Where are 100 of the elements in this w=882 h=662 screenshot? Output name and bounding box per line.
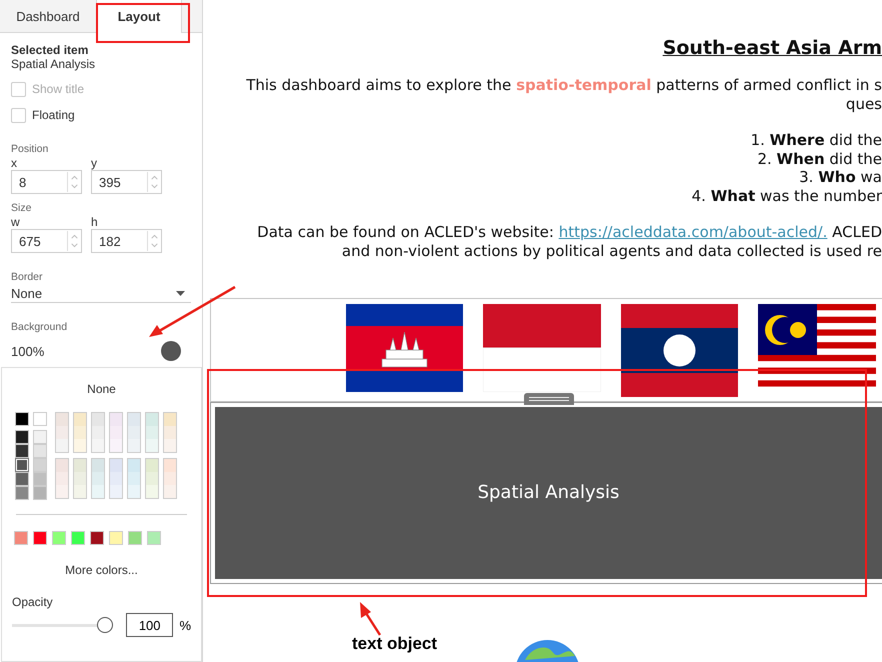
annotation-label: text object: [352, 634, 438, 654]
section-label: Background: [11, 321, 68, 333]
selected-item-name: Spatial Analysis: [11, 57, 96, 71]
color-swatch[interactable]: [145, 485, 159, 498]
drag-handle[interactable]: [524, 392, 574, 405]
color-swatch[interactable]: [163, 458, 177, 472]
color-swatch[interactable]: [55, 472, 69, 485]
color-swatch[interactable]: [90, 531, 104, 545]
website-link[interactable]: https://acleddata.com/about-acled/.: [558, 223, 828, 241]
section-label: Position: [11, 143, 50, 155]
opacity-value: 100%: [11, 344, 44, 358]
color-swatch[interactable]: [33, 458, 47, 472]
color-swatch[interactable]: [109, 531, 123, 545]
section-heading: Selected item: [11, 43, 90, 57]
opacity-field[interactable]: 100: [126, 613, 174, 637]
color-swatch[interactable]: [15, 472, 29, 486]
color-swatch[interactable]: [145, 472, 159, 485]
caret-icon: [176, 291, 185, 296]
border-dropdown[interactable]: None: [11, 285, 191, 303]
color-swatch[interactable]: [145, 439, 159, 452]
color-swatch[interactable]: [55, 412, 69, 426]
intro-text: This dashboard aims to explore the spatio-temporal patterns of armed conflict in s: [246, 76, 882, 94]
opacity-label: Opacity: [12, 595, 54, 609]
color-swatch[interactable]: [71, 531, 85, 545]
checkbox[interactable]: [11, 108, 26, 122]
data-source-text: Data can be found on ACLED's website: https://acleddata.com/about-acled/. ACLED: [257, 223, 882, 242]
color-swatch[interactable]: [73, 485, 87, 498]
color-swatch[interactable]: [127, 472, 141, 485]
color-swatch[interactable]: [73, 439, 87, 452]
color-swatch[interactable]: [73, 426, 87, 439]
color-swatch[interactable]: [15, 486, 29, 500]
color-swatch[interactable]: [109, 412, 123, 426]
dashboard-title: South-east Asia Arm: [662, 37, 882, 59]
color-swatch[interactable]: [91, 426, 105, 439]
color-swatch[interactable]: [163, 412, 177, 426]
color-swatch[interactable]: [91, 458, 105, 472]
color-swatch[interactable]: [109, 426, 123, 439]
color-swatch[interactable]: [109, 439, 123, 452]
number-field[interactable]: 675: [11, 229, 82, 253]
question-text: 4. What was the number: [692, 186, 882, 205]
color-swatch[interactable]: [91, 439, 105, 452]
color-swatch[interactable]: [161, 341, 181, 361]
color-swatch[interactable]: [14, 531, 28, 545]
color-swatch[interactable]: [33, 444, 47, 458]
color-swatch[interactable]: [128, 531, 142, 545]
color-swatch[interactable]: [91, 485, 105, 498]
color-swatch[interactable]: [127, 485, 141, 498]
color-swatch[interactable]: [127, 439, 141, 452]
checkbox-label: Show title: [32, 82, 84, 96]
color-swatch[interactable]: [33, 472, 47, 486]
color-swatch[interactable]: [163, 439, 177, 452]
color-swatch[interactable]: [163, 485, 177, 498]
checkbox-label: Floating: [32, 108, 75, 122]
color-swatch[interactable]: [109, 485, 123, 498]
color-swatch[interactable]: [15, 412, 29, 426]
color-swatch[interactable]: [127, 458, 141, 472]
number-field[interactable]: 8: [11, 170, 82, 194]
description-text: and non-violent actions by political agents and data collected is used re: [342, 242, 882, 260]
section-label: Border: [11, 271, 44, 283]
color-swatch[interactable]: [91, 412, 105, 426]
text-object: Spatial Analysis: [215, 406, 882, 579]
question-text: 3. Who wa: [799, 168, 882, 186]
color-swatch[interactable]: [52, 531, 66, 545]
color-swatch[interactable]: [91, 472, 105, 485]
color-swatch[interactable]: [55, 439, 69, 452]
color-swatch[interactable]: [127, 426, 141, 439]
color-swatch[interactable]: [73, 472, 87, 485]
color-swatch[interactable]: [55, 426, 69, 439]
question-text: 2. When did the: [757, 150, 882, 168]
number-field[interactable]: 395: [91, 170, 162, 194]
color-swatch[interactable]: [147, 531, 161, 545]
none-option[interactable]: None: [12, 382, 191, 396]
color-swatch[interactable]: [109, 472, 123, 485]
color-swatch[interactable]: [145, 426, 159, 439]
field-label: h: [91, 215, 99, 229]
color-swatch[interactable]: [163, 426, 177, 439]
color-swatch[interactable]: [55, 485, 69, 498]
color-swatch[interactable]: [15, 444, 29, 458]
color-swatch[interactable]: [145, 458, 159, 472]
more-colors-link[interactable]: More colors...: [12, 563, 191, 577]
question-text: 1. Where did the: [750, 131, 882, 150]
field-label: w: [11, 215, 21, 229]
color-swatch[interactable]: [163, 472, 177, 485]
color-swatch[interactable]: [33, 412, 47, 426]
section-label: Size: [11, 202, 32, 214]
unit-label: %: [179, 618, 191, 632]
color-swatch[interactable]: [15, 430, 29, 444]
field-label: x: [11, 156, 18, 170]
color-swatch[interactable]: [33, 531, 47, 545]
color-swatch[interactable]: [109, 458, 123, 472]
color-swatch[interactable]: [73, 412, 87, 426]
color-swatch[interactable]: [33, 430, 47, 444]
color-swatch[interactable]: [73, 458, 87, 472]
tab[interactable]: Layout: [96, 0, 182, 33]
color-swatch[interactable]: [145, 412, 159, 426]
color-swatch[interactable]: [55, 458, 69, 472]
field-label: y: [91, 156, 98, 170]
color-swatch[interactable]: [127, 412, 141, 426]
color-swatch[interactable]: [33, 486, 47, 500]
number-field[interactable]: 182: [91, 229, 162, 253]
